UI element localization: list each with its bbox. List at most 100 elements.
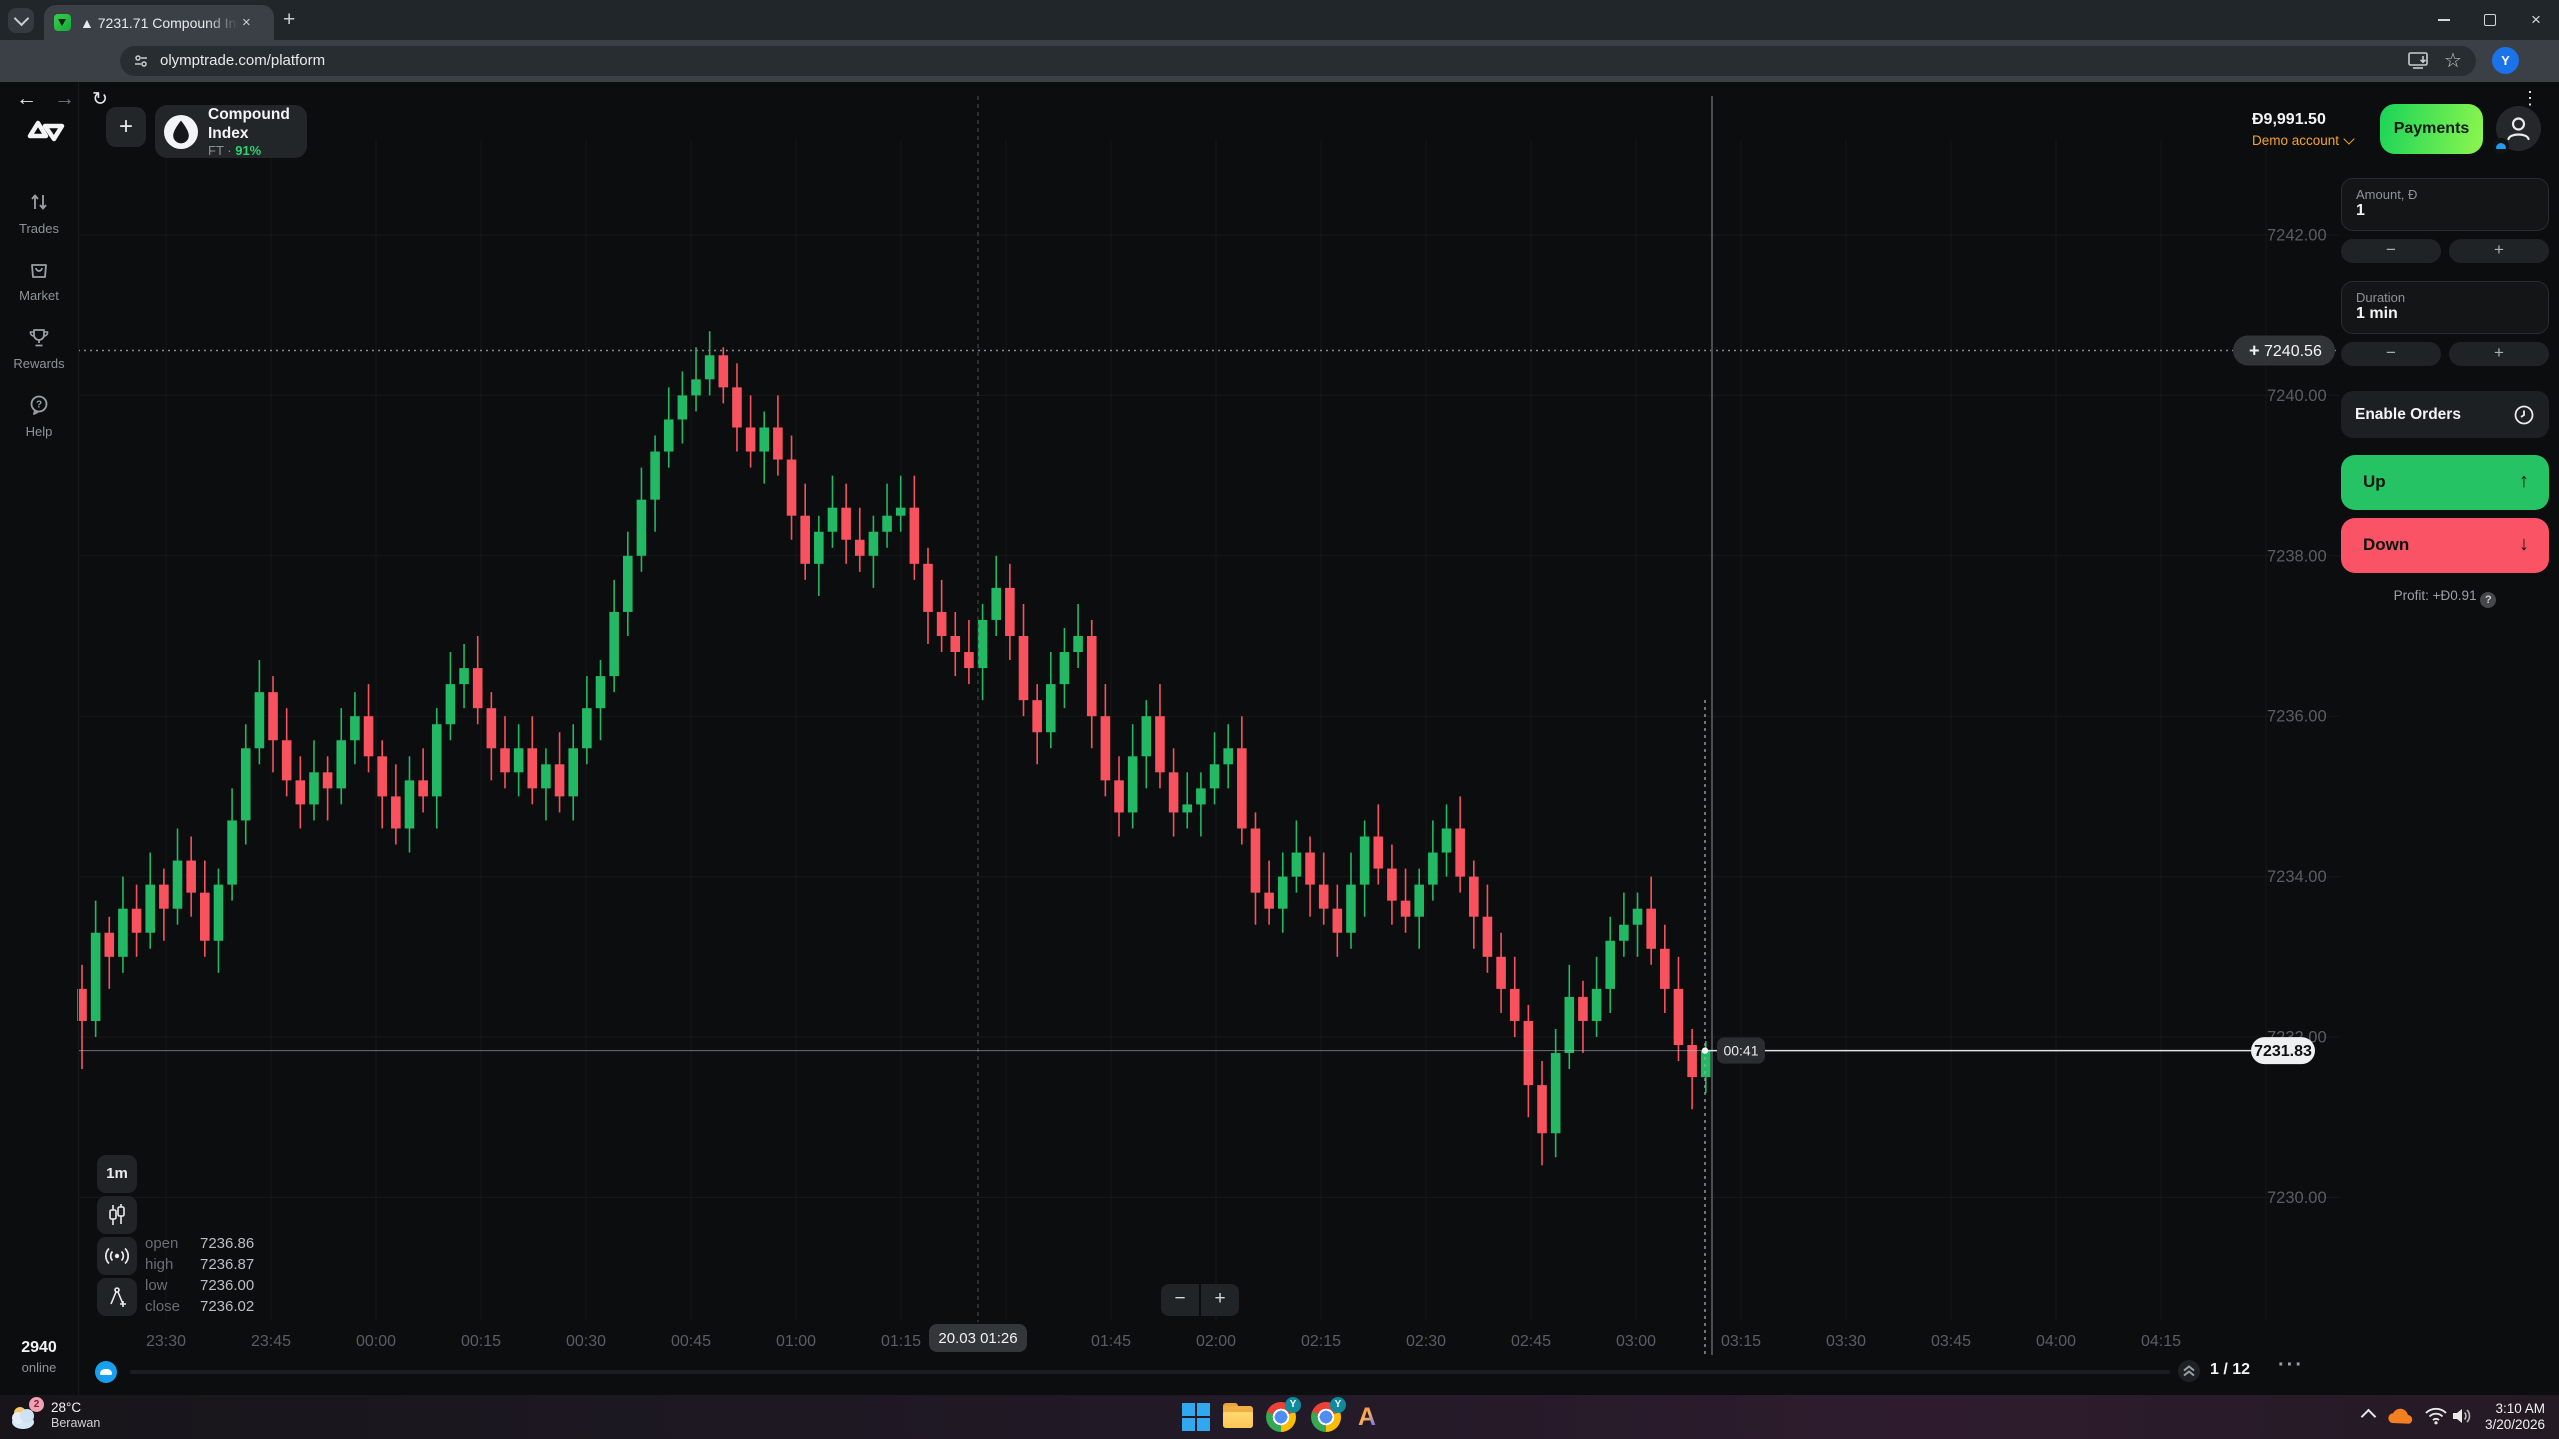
profile-status-badge <box>2493 138 2509 154</box>
stacked-chevrons-icon <box>2178 1360 2200 1382</box>
chart-type-button[interactable] <box>97 1196 137 1234</box>
window-maximize-button[interactable] <box>2467 0 2513 40</box>
sidebar-item-label: Rewards <box>0 356 78 371</box>
chart-scrollbar[interactable] <box>130 1370 2170 1374</box>
svg-text:04:00: 04:00 <box>2036 1333 2076 1350</box>
help-question-icon[interactable]: ? <box>2480 592 2496 608</box>
chevron-down-icon <box>13 11 29 27</box>
chevron-up-icon <box>2361 1409 2377 1425</box>
svg-text:7240.00: 7240.00 <box>2267 387 2327 405</box>
sidebar-item-help[interactable]: ? Help <box>0 394 78 439</box>
browser-profile-avatar[interactable]: Y <box>2492 47 2519 74</box>
add-asset-button[interactable]: + <box>106 107 146 147</box>
svg-text:03:00: 03:00 <box>1616 1333 1656 1350</box>
windows-logo-icon <box>1182 1403 1210 1431</box>
payments-button[interactable]: Payments <box>2380 104 2483 154</box>
reload-button[interactable]: ↻ <box>92 88 108 111</box>
tray-date: 3/20/2026 <box>2485 1417 2545 1433</box>
amount-increase-button[interactable]: + <box>2449 239 2549 263</box>
high-label: high <box>145 1256 182 1273</box>
tray-expand-button[interactable] <box>2363 1411 2374 1422</box>
asset-name: Compound Index <box>208 105 307 143</box>
low-value: 7236.00 <box>200 1277 254 1294</box>
signals-button[interactable] <box>97 1237 137 1275</box>
start-button[interactable] <box>1182 1403 1210 1431</box>
browser-menu-button[interactable]: ⋮ <box>2521 88 2539 109</box>
profit-info: Profit: +Đ0.91 ? <box>2341 588 2549 608</box>
window-minimize-button[interactable] <box>2421 0 2467 40</box>
crosshair-time-tag: 20.03 01:26 <box>929 1324 1027 1352</box>
close-value: 7236.02 <box>200 1298 254 1315</box>
url-text[interactable]: olymptrade.com/platform <box>160 46 325 76</box>
profit-label: Profit: +Đ0.91 <box>2394 588 2477 603</box>
duration-increase-button[interactable]: + <box>2449 342 2549 366</box>
browser-tab[interactable]: ▲ 7231.71 Compound Index | Tr × <box>44 5 274 40</box>
svg-text:7231.83: 7231.83 <box>2254 1043 2312 1060</box>
jump-to-latest-button[interactable] <box>2178 1360 2200 1382</box>
sidebar-item-trades[interactable]: Trades <box>0 191 78 236</box>
new-tab-button[interactable]: + <box>283 8 295 32</box>
zoom-out-button[interactable]: − <box>1161 1284 1199 1316</box>
bookmark-star-icon[interactable]: ☆ <box>2444 46 2462 76</box>
amount-decrease-button[interactable]: − <box>2341 239 2441 263</box>
duration-decrease-button[interactable]: − <box>2341 342 2441 366</box>
live-signal-icon <box>105 1246 129 1266</box>
pinned-app-button[interactable]: A <box>1358 1402 1376 1432</box>
trades-icon <box>28 191 50 213</box>
enable-orders-button[interactable]: Enable Orders <box>2341 391 2549 438</box>
forward-button[interactable]: → <box>54 87 75 111</box>
url-bar[interactable] <box>120 46 2476 76</box>
sidebar-item-rewards[interactable]: Rewards <box>0 326 78 371</box>
chart-more-menu[interactable]: ··· <box>2278 1354 2304 1377</box>
page-indicator: 1 / 12 <box>2210 1361 2250 1379</box>
price-chart[interactable]: 23:3023:4500:0000:1500:3000:4501:0001:15… <box>0 0 2559 1439</box>
amount-field[interactable]: Amount, Đ 1 <box>2341 178 2549 231</box>
up-label: Up <box>2363 472 2386 492</box>
chrome-window-1-button[interactable]: Y <box>1266 1402 1296 1432</box>
help-icon: ? <box>28 394 50 416</box>
svg-text:23:30: 23:30 <box>146 1333 186 1350</box>
tab-title: ▲ 7231.71 Compound Index | Tr <box>80 15 238 31</box>
online-count: 2940 <box>0 1339 78 1357</box>
volume-icon[interactable] <box>2450 1406 2472 1426</box>
svg-text:23:45: 23:45 <box>251 1333 291 1350</box>
account-switcher[interactable]: Demo account <box>2252 133 2353 148</box>
tab-close-icon[interactable]: × <box>242 14 251 31</box>
down-arrow-icon: ↓ <box>2519 533 2529 556</box>
asset-tab[interactable]: Compound Index FT · 91% <box>155 105 307 158</box>
asset-type: FT · <box>208 143 232 158</box>
svg-text:01:45: 01:45 <box>1091 1333 1131 1350</box>
svg-text:7238.00: 7238.00 <box>2267 547 2327 565</box>
duration-field[interactable]: Duration 1 min <box>2341 281 2549 334</box>
trade-up-button[interactable]: Up ↑ <box>2341 455 2549 510</box>
svg-text:02:30: 02:30 <box>1406 1333 1446 1350</box>
svg-text:7236.00: 7236.00 <box>2267 708 2327 726</box>
timeframe-button[interactable]: 1m <box>97 1155 137 1193</box>
window-close-button[interactable]: × <box>2513 0 2559 40</box>
sidebar-item-label: Help <box>0 424 78 439</box>
online-label: online <box>0 1360 78 1375</box>
high-value: 7236.87 <box>200 1256 254 1273</box>
sidebar-item-market[interactable]: Market <box>0 258 78 303</box>
svg-text:03:15: 03:15 <box>1721 1333 1761 1350</box>
zoom-in-button[interactable]: + <box>1201 1284 1239 1316</box>
cloudflare-tray-icon[interactable] <box>2386 1407 2414 1427</box>
svg-text:7240.56: 7240.56 <box>2264 343 2322 360</box>
svg-text:00:00: 00:00 <box>356 1333 396 1350</box>
chrome-icon: Y <box>1266 1402 1296 1432</box>
wifi-icon[interactable] <box>2424 1407 2448 1425</box>
chrome-window-2-button[interactable]: Y <box>1311 1402 1341 1432</box>
support-chat-button[interactable] <box>95 1361 117 1383</box>
tray-clock[interactable]: 3:10 AM 3/20/2026 <box>2485 1401 2545 1433</box>
file-explorer-button[interactable] <box>1223 1403 1253 1429</box>
back-button[interactable]: ← <box>16 87 37 111</box>
weather-widget[interactable]: 2 28°C Berawan <box>8 1400 100 1432</box>
chrome-profile-badge: Y <box>1330 1397 1346 1413</box>
amount-value: 1 <box>2356 202 2534 220</box>
minimize-icon <box>2438 19 2450 21</box>
install-app-icon[interactable] <box>2408 51 2430 71</box>
tab-search-button[interactable] <box>8 8 34 33</box>
trade-down-button[interactable]: Down ↓ <box>2341 518 2549 573</box>
candlestick-icon <box>106 1203 128 1227</box>
drawing-tools-button[interactable] <box>97 1278 137 1316</box>
